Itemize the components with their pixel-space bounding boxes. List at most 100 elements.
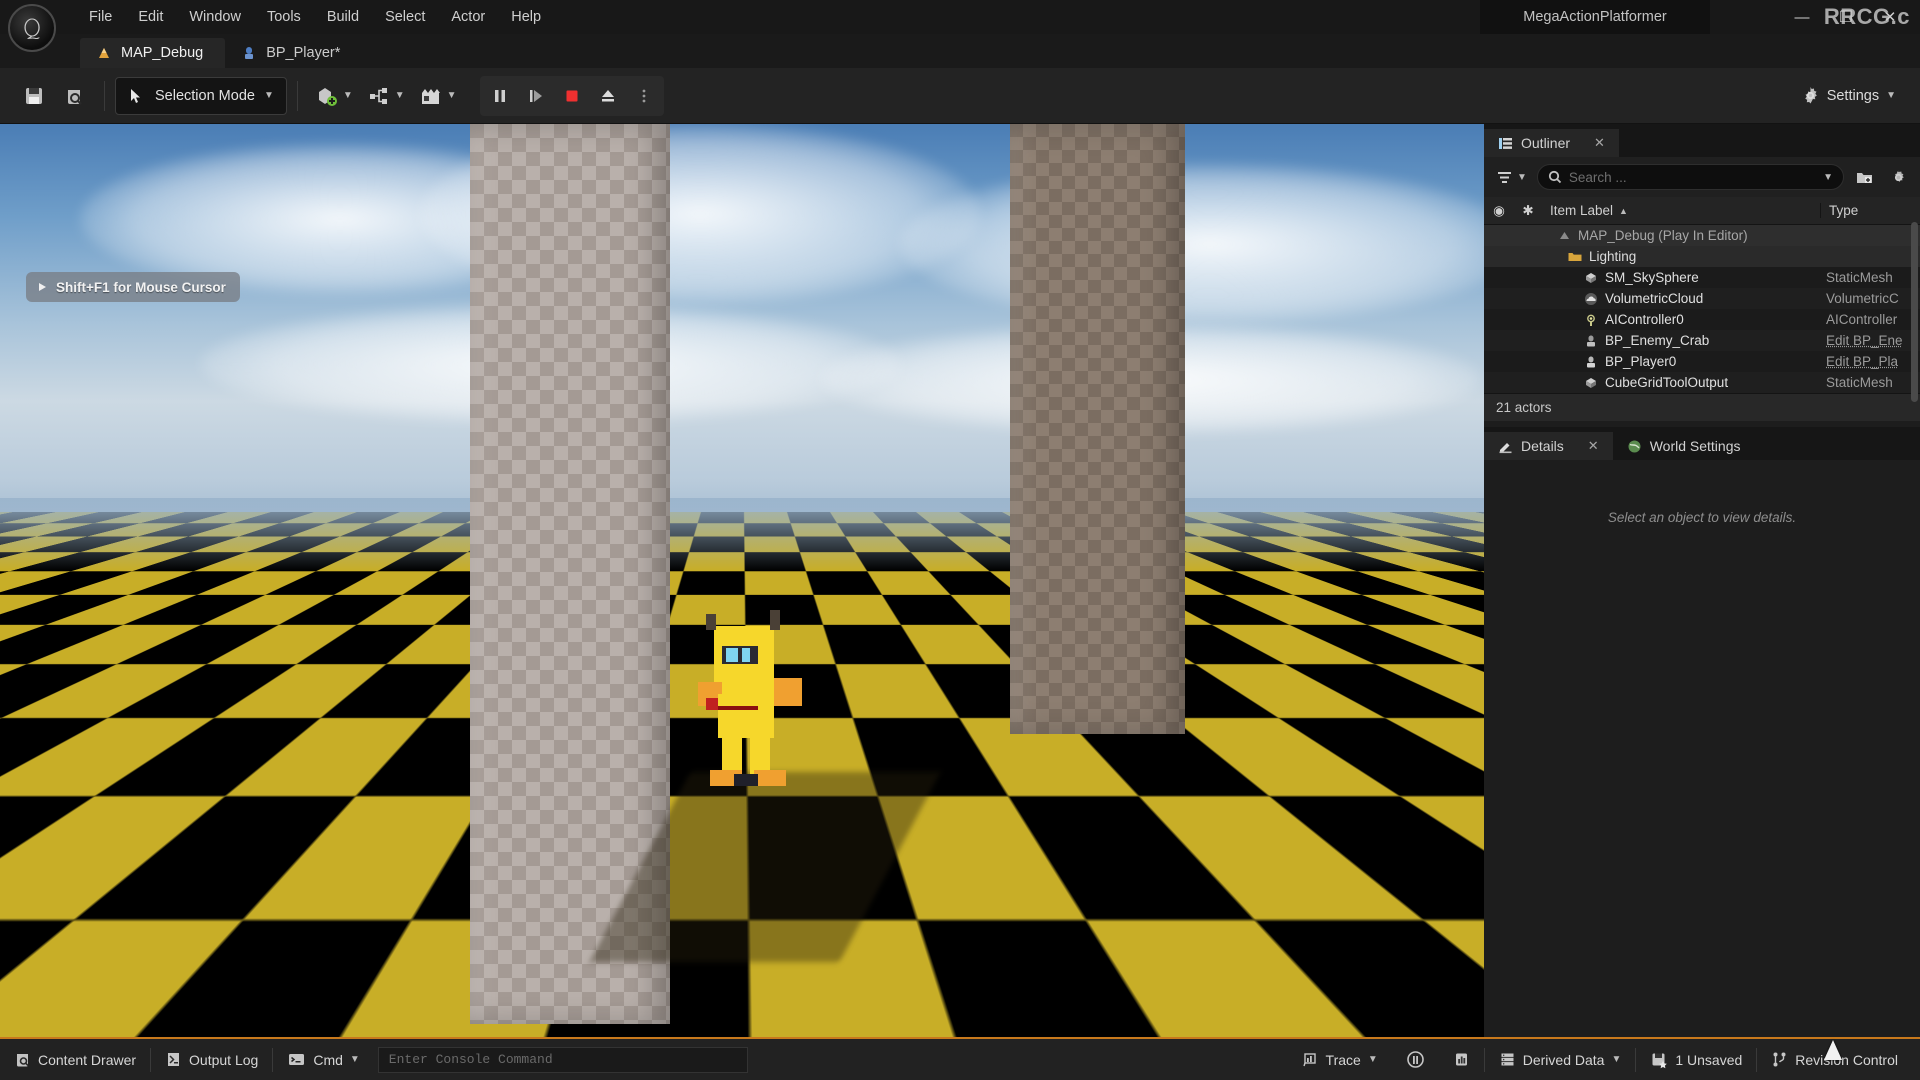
outliner-filter-dropdown[interactable]: ▼ <box>1492 164 1531 190</box>
row-type-link[interactable]: Edit BP_Pla <box>1820 354 1920 369</box>
outliner-settings-gear-icon[interactable] <box>1884 164 1912 190</box>
menu-bar: File Edit Window Tools Build Select Acto… <box>76 0 554 34</box>
outliner-tree: MAP_Debug (Play In Editor) Lighting SM_S… <box>1484 225 1920 393</box>
console-command-input-wrap[interactable] <box>377 1046 748 1073</box>
toolbar-divider <box>104 80 105 111</box>
chevron-down-icon: ▼ <box>1367 1054 1378 1065</box>
chevron-down-icon: ▼ <box>394 90 405 101</box>
eject-button[interactable] <box>590 78 626 114</box>
details-tab-strip: Details ✕ World Settings <box>1484 427 1920 460</box>
frame-advance-button[interactable] <box>518 78 554 114</box>
tab-label: BP_Player* <box>266 45 341 61</box>
stats-button[interactable] <box>1439 1044 1484 1076</box>
world-icon <box>1627 439 1642 454</box>
menu-item-file[interactable]: File <box>76 0 125 34</box>
outliner-tab-strip: Details Outliner ✕ <box>1484 124 1920 157</box>
trace-dropdown[interactable]: Trace ▼ <box>1288 1044 1392 1076</box>
close-icon[interactable]: ✕ <box>1594 135 1605 151</box>
table-row[interactable]: BP_Enemy_Crab Edit BP_Ene <box>1484 330 1920 351</box>
cinematics-dropdown[interactable]: ▼ <box>412 77 464 115</box>
outliner-search-box[interactable]: ▼ <box>1536 164 1844 190</box>
output-log-button[interactable]: Output Log <box>151 1044 272 1076</box>
chevron-down-icon: ▼ <box>446 90 457 101</box>
menu-item-edit[interactable]: Edit <box>125 0 176 34</box>
pillar-right <box>1010 124 1185 734</box>
table-row[interactable]: VolumetricCloud VolumetricC <box>1484 288 1920 309</box>
tab-details[interactable]: Details ✕ <box>1484 432 1613 460</box>
close-icon[interactable]: ✕ <box>1588 438 1599 454</box>
status-label: Revision Control <box>1795 1051 1898 1068</box>
tab-label: MAP_Debug <box>121 45 204 61</box>
mouse-cursor-hint-badge: Shift+F1 for Mouse Cursor <box>26 272 240 302</box>
menu-item-help[interactable]: Help <box>498 0 554 34</box>
menu-item-window[interactable]: Window <box>176 0 254 34</box>
level-viewport[interactable]: Shift+F1 for Mouse Cursor RRCG 人人素材 <box>0 124 1484 1037</box>
table-row[interactable]: Lighting <box>1484 246 1920 267</box>
menu-item-build[interactable]: Build <box>314 0 372 34</box>
new-folder-icon[interactable] <box>1850 164 1878 190</box>
mesh-icon <box>1584 376 1598 390</box>
pin-column-star-icon[interactable]: ✱ <box>1514 203 1542 219</box>
ai-icon <box>1584 313 1598 327</box>
unsaved-icon <box>1650 1051 1668 1069</box>
outliner-tab-label: Outliner <box>1521 135 1571 151</box>
outliner-scrollbar[interactable] <box>1911 222 1918 402</box>
settings-dropdown[interactable]: Settings ▼ <box>1791 77 1906 115</box>
menu-item-actor[interactable]: Actor <box>438 0 498 34</box>
table-row[interactable]: MAP_Debug (Play In Editor) <box>1484 225 1920 246</box>
sort-ascending-icon: ▲ <box>1619 205 1628 216</box>
tab-world-settings[interactable]: World Settings <box>1613 432 1755 460</box>
content-drawer-button[interactable]: Content Drawer <box>0 1044 150 1076</box>
table-row[interactable]: CubeGridToolOutput StaticMesh <box>1484 372 1920 393</box>
blueprints-dropdown[interactable]: ▼ <box>360 77 412 115</box>
unsaved-button[interactable]: 1 Unsaved <box>1636 1044 1756 1076</box>
stop-button[interactable] <box>554 78 590 114</box>
unreal-logo-icon[interactable]: 𝚀 <box>8 4 56 52</box>
status-label: Trace <box>1325 1051 1361 1068</box>
table-row[interactable]: BP_Player0 Edit BP_Pla <box>1484 351 1920 372</box>
column-item-label[interactable]: Item Label ▲ <box>1542 203 1820 218</box>
column-type[interactable]: Type <box>1820 203 1920 218</box>
maximize-button[interactable]: ❐ <box>1824 0 1868 34</box>
minimize-button[interactable]: — <box>1780 0 1824 34</box>
row-type: StaticMesh <box>1826 270 1893 285</box>
details-empty-hint: Select an object to view details. <box>1607 510 1797 525</box>
outliner-search-input[interactable] <box>1568 169 1817 185</box>
pause-button[interactable] <box>482 78 518 114</box>
close-button[interactable]: ✕ <box>1868 0 1912 34</box>
visibility-column-eye-icon[interactable]: ◉ <box>1484 203 1514 219</box>
selection-mode-dropdown[interactable]: Selection Mode ▼ <box>115 76 287 115</box>
row-label: MAP_Debug (Play In Editor) <box>1578 228 1748 243</box>
perf-button[interactable] <box>1392 1044 1439 1076</box>
cmd-dropdown[interactable]: Cmd ▼ <box>273 1044 373 1076</box>
row-label: VolumetricCloud <box>1605 291 1704 306</box>
window-controls: — ❐ ✕ <box>1780 0 1912 34</box>
player-character <box>686 602 814 792</box>
add-actor-dropdown[interactable]: ▼ <box>308 77 360 115</box>
chevron-down-icon: ▼ <box>263 90 274 101</box>
console-command-input[interactable] <box>388 1052 737 1067</box>
chevron-down-icon: ▼ <box>1886 90 1896 101</box>
save-icon[interactable] <box>14 77 54 115</box>
main-toolbar: Selection Mode ▼ ▼ ▼ ▼ Settings ▼ <box>0 68 1920 124</box>
browse-content-icon[interactable] <box>54 77 94 115</box>
tab-bp-player[interactable]: BP_Player* <box>225 38 362 68</box>
table-row[interactable]: AIController0 AIController <box>1484 309 1920 330</box>
play-options-button[interactable] <box>626 78 662 114</box>
blueprint-icon <box>241 45 257 61</box>
cloud-icon <box>1584 292 1598 306</box>
blueprints-icon <box>367 84 391 108</box>
settings-label: Settings <box>1826 87 1880 104</box>
tab-outliner[interactable]: Details Outliner ✕ <box>1484 129 1619 157</box>
chevron-down-icon: ▼ <box>1611 1054 1622 1065</box>
console-icon <box>287 1051 306 1068</box>
outliner-icon <box>1498 136 1513 151</box>
row-type-link[interactable]: Edit BP_Ene <box>1820 333 1920 348</box>
menu-item-select[interactable]: Select <box>372 0 438 34</box>
editor-tab-strip: MAP_Debug BP_Player* <box>0 34 1920 68</box>
chevron-down-icon[interactable]: ▼ <box>1823 172 1833 183</box>
menu-item-tools[interactable]: Tools <box>254 0 314 34</box>
table-row[interactable]: SM_SkySphere StaticMesh <box>1484 267 1920 288</box>
tab-map-debug[interactable]: MAP_Debug <box>80 38 226 68</box>
derived-data-dropdown[interactable]: Derived Data ▼ <box>1485 1044 1636 1076</box>
